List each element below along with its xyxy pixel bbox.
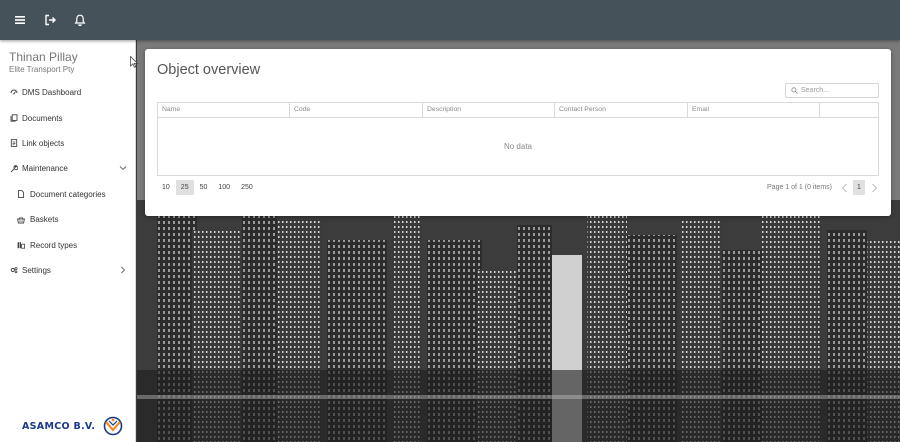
page-number-button[interactable]: 1 [853,180,865,195]
page-size-option[interactable]: 250 [236,180,258,195]
wrench-icon [9,164,18,173]
settings-icon [9,266,18,275]
chevron-down-icon[interactable] [119,164,127,172]
sidebar-item-dms-dashboard[interactable]: DMS Dashboard [0,80,136,105]
column-header-code[interactable]: Code [290,103,423,117]
sidebar-item-label: Link objects [22,138,65,148]
sidebar-item-label: Settings [22,265,51,275]
sidebar-item-label: Documents [22,113,63,123]
search-placeholder: Search... [801,87,830,94]
sidebar-item-label: Maintenance [22,164,68,174]
file-icon [16,190,25,199]
sidebar-item-documents[interactable]: Documents [0,105,136,130]
sidebar-item-baskets[interactable]: Baskets [0,207,136,232]
sidebar-item-label: Baskets [30,215,59,225]
page-size-selector: 10 25 50 100 250 [157,180,259,195]
menu-icon[interactable] [12,12,28,28]
sidebar-item-label: Record types [30,240,78,250]
link-objects-icon [9,139,18,148]
sidebar-item-record-types[interactable]: Record types [0,232,136,257]
dashboard-icon [9,88,18,97]
top-bar [0,0,900,40]
next-page-button[interactable] [869,181,879,194]
mouse-cursor-icon [130,56,138,68]
record-types-icon [16,241,25,250]
pager: 10 25 50 100 250 Page 1 of 1 (0 items) 1 [157,180,879,195]
objects-grid: Name Code Description Contact Person Ema… [157,102,879,176]
search-icon [791,87,798,94]
sidebar-nav: DMS Dashboard Documents Link objects Mai… [0,80,136,283]
sidebar-item-settings[interactable]: Settings [0,258,136,283]
grid-header: Name Code Description Contact Person Ema… [158,103,878,118]
column-header-name[interactable]: Name [158,103,290,117]
user-name: Thinan Pillay [9,50,78,64]
sidebar-item-label: DMS Dashboard [22,88,82,98]
page-size-option[interactable]: 10 [157,180,175,195]
chevron-right-icon [871,183,877,192]
previous-page-button[interactable] [839,181,849,194]
user-company: Elite Transport Pty [9,65,75,74]
documents-icon [9,114,18,123]
bell-icon[interactable] [72,12,88,28]
basket-icon [16,215,25,224]
page-info: Page 1 of 1 (0 items) [767,184,832,191]
empty-grid-message: No data [503,142,533,151]
page-size-option[interactable]: 50 [195,180,213,195]
logo-mark-icon [103,416,123,436]
sidebar: Thinan Pillay Elite Transport Pty DMS Da… [0,40,136,442]
chevron-left-icon [841,183,847,192]
sidebar-item-document-categories[interactable]: Document categories [0,182,136,207]
page-size-option-active[interactable]: 25 [175,180,194,195]
user-info: Thinan Pillay Elite Transport Pty [0,40,135,75]
column-header-contact-person[interactable]: Contact Person [555,103,688,117]
chevron-right-icon[interactable] [119,266,127,274]
sidebar-item-link-objects[interactable]: Link objects [0,131,136,156]
sidebar-item-maintenance[interactable]: Maintenance [0,156,136,181]
page-size-option[interactable]: 100 [213,180,235,195]
object-overview-card: Object overview Search... Name Code Desc… [145,49,891,216]
column-header-email[interactable]: Email [688,103,820,117]
company-logo: ASAMCO B.V. [22,416,125,436]
column-header-actions [820,103,878,117]
sidebar-item-label: Document categories [30,189,106,199]
logout-icon[interactable] [42,12,58,28]
search-input[interactable]: Search... [785,83,879,98]
column-header-description[interactable]: Description [423,103,555,117]
page-title: Object overview [157,62,261,78]
logo-text: ASAMCO B.V. [22,420,96,432]
